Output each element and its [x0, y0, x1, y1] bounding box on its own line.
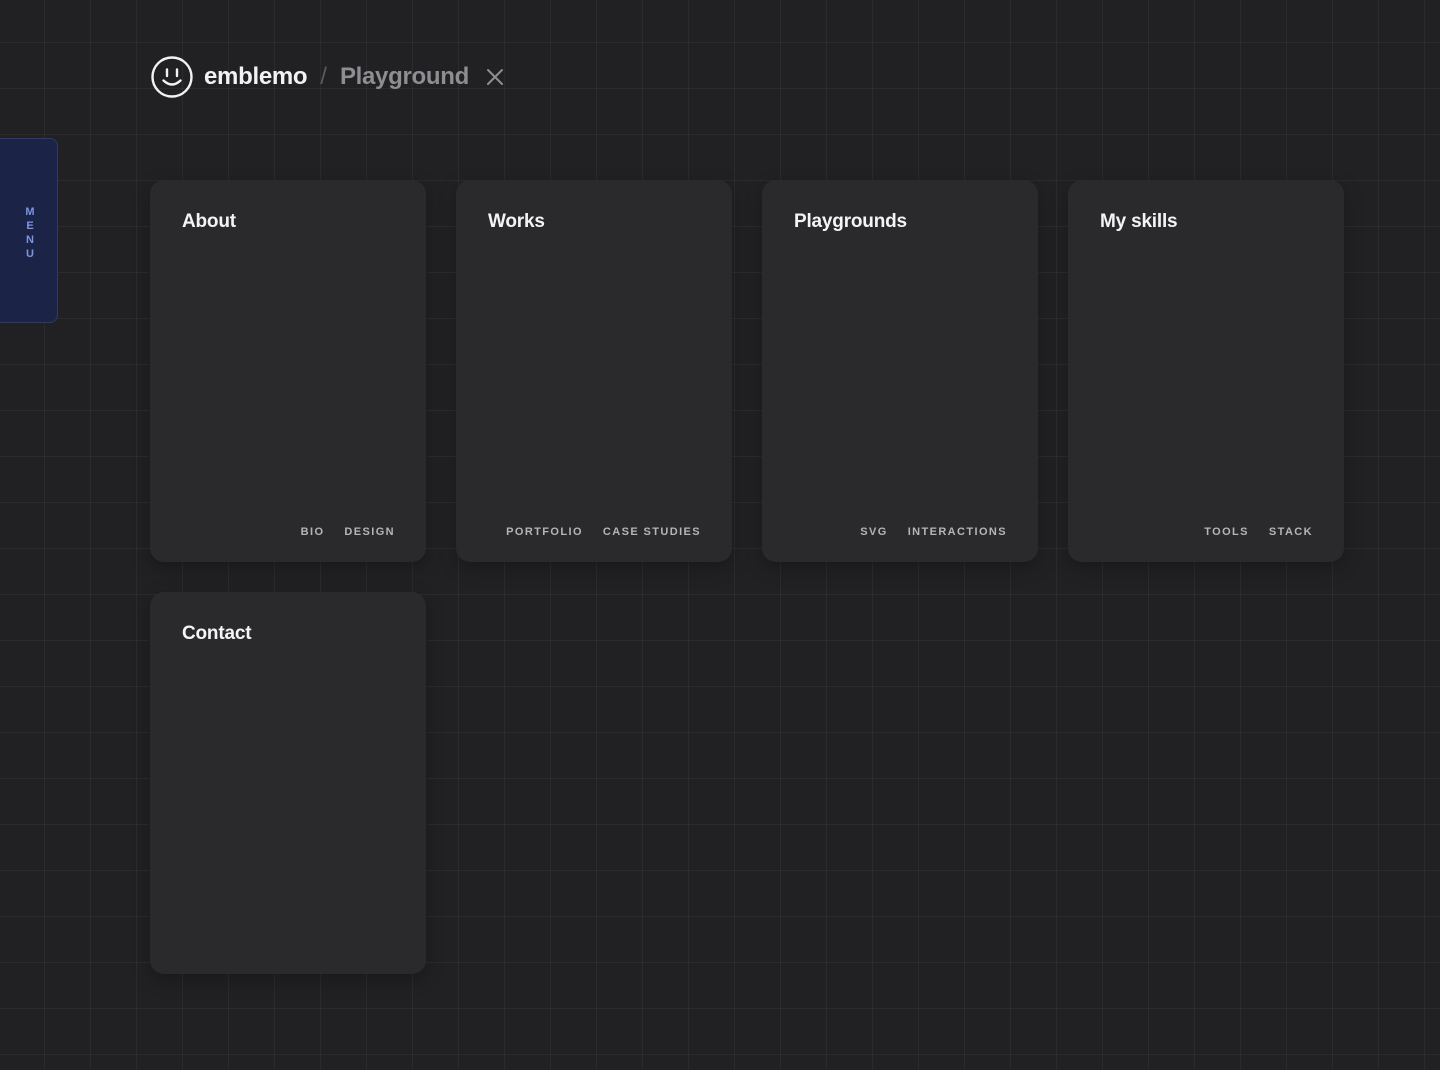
card-title: Playgrounds	[794, 211, 907, 232]
close-icon[interactable]	[483, 65, 507, 89]
menu-letter: M	[25, 206, 35, 218]
tag-svg[interactable]: SVG	[860, 526, 887, 538]
tag-tools[interactable]: TOOLS	[1204, 526, 1249, 538]
card-title: Works	[488, 211, 545, 232]
card-about[interactable]: About BIO DESIGN	[150, 180, 426, 562]
card-tags: PORTFOLIO CASE STUDIES	[506, 526, 701, 538]
breadcrumb-current: Playground	[339, 63, 469, 90]
smiley-logo-icon[interactable]	[151, 56, 193, 98]
menu-letter: N	[26, 234, 34, 246]
breadcrumb-separator: /	[320, 63, 327, 90]
tag-bio[interactable]: BIO	[301, 526, 325, 538]
tag-case-studies[interactable]: CASE STUDIES	[603, 526, 701, 538]
menu-letter: E	[26, 220, 34, 232]
card-tags: TOOLS STACK	[1204, 526, 1313, 538]
menu-letter: U	[26, 248, 34, 260]
tag-portfolio[interactable]: PORTFOLIO	[506, 526, 583, 538]
card-tags: BIO DESIGN	[301, 526, 395, 538]
menu-label: M E N U	[1, 205, 59, 261]
tag-stack[interactable]: STACK	[1269, 526, 1313, 538]
tag-design[interactable]: DESIGN	[344, 526, 395, 538]
card-title: My skills	[1100, 211, 1178, 232]
brand-name[interactable]: emblemo	[204, 56, 308, 98]
card-contact[interactable]: Contact	[150, 592, 426, 974]
card-title: About	[182, 211, 236, 232]
header: emblemo / Playground	[151, 56, 507, 98]
menu-toggle-button[interactable]: M E N U	[0, 138, 58, 323]
card-tags: SVG INTERACTIONS	[860, 526, 1007, 538]
card-playgrounds[interactable]: Playgrounds SVG INTERACTIONS	[762, 180, 1038, 562]
card-works[interactable]: Works PORTFOLIO CASE STUDIES	[456, 180, 732, 562]
tag-interactions[interactable]: INTERACTIONS	[908, 526, 1007, 538]
card-my-skills[interactable]: My skills TOOLS STACK	[1068, 180, 1344, 562]
card-title: Contact	[182, 623, 252, 644]
